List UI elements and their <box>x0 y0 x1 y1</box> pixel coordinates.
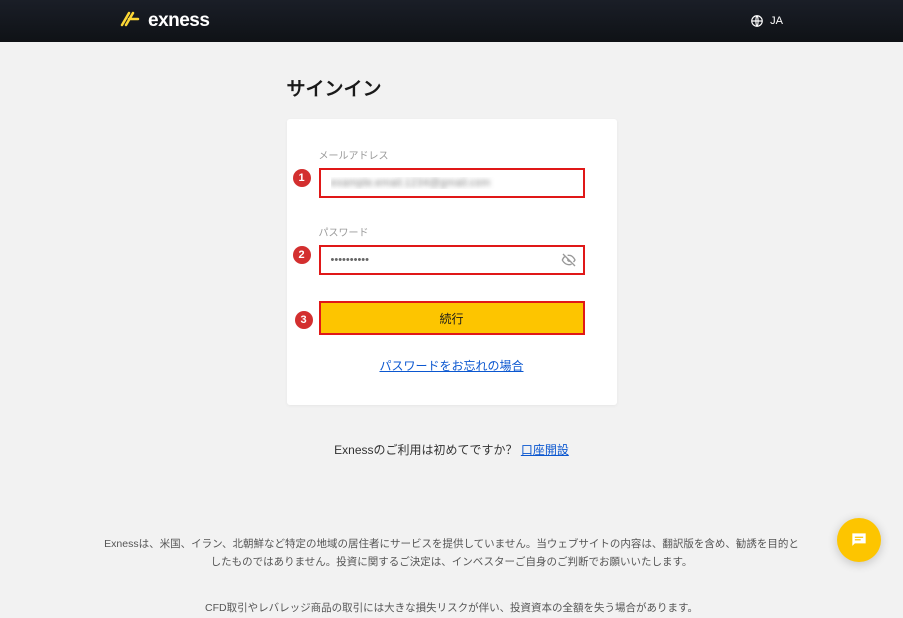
forgot-password-row: パスワードをお忘れの場合 <box>319 357 585 375</box>
continue-button[interactable]: 続行 <box>321 303 583 333</box>
language-selector[interactable]: JA <box>750 14 783 28</box>
step-badge-1: 1 <box>293 169 311 187</box>
page-title: サインイン <box>287 74 617 101</box>
password-input[interactable] <box>319 245 585 275</box>
app-header: exness JA <box>0 0 903 42</box>
step-badge-3: 3 <box>295 311 313 329</box>
chat-button[interactable] <box>837 518 881 562</box>
step-badge-2: 2 <box>293 246 311 264</box>
submit-wrapper: 3 続行 <box>319 301 585 335</box>
disclaimer-region: Exnessは、米国、イラン、北朝鮮など特定の地域の居住者にサービスを提供してい… <box>0 536 903 572</box>
language-label: JA <box>770 15 783 27</box>
signup-prompt-text: Exnessのご利用は初めてですか？ <box>334 443 521 457</box>
email-field-group: 1 メールアドレス <box>319 147 585 198</box>
signin-card: 1 メールアドレス 2 パスワード 3 続行 パスワードをお忘れの場合 <box>287 119 617 405</box>
brand-logo[interactable]: exness <box>120 10 209 33</box>
eye-off-icon[interactable] <box>561 252 577 268</box>
forgot-password-link[interactable]: パスワードをお忘れの場合 <box>379 359 523 373</box>
globe-icon <box>750 14 764 28</box>
disclaimer-risk: CFD取引やレバレッジ商品の取引には大きな損失リスクが伴い、投資資本の全額を失う… <box>0 600 903 618</box>
email-label: メールアドレス <box>319 147 585 162</box>
password-label: パスワード <box>319 224 585 239</box>
signup-link[interactable]: 口座開設 <box>521 443 569 457</box>
signup-prompt-row: Exnessのご利用は初めてですか？ 口座開設 <box>0 441 903 458</box>
brand-logo-icon <box>120 10 142 33</box>
password-field-group: 2 パスワード <box>319 224 585 275</box>
chat-icon <box>849 530 869 550</box>
password-wrapper <box>319 245 585 275</box>
brand-logo-text: exness <box>148 10 209 32</box>
email-input[interactable] <box>319 168 585 198</box>
